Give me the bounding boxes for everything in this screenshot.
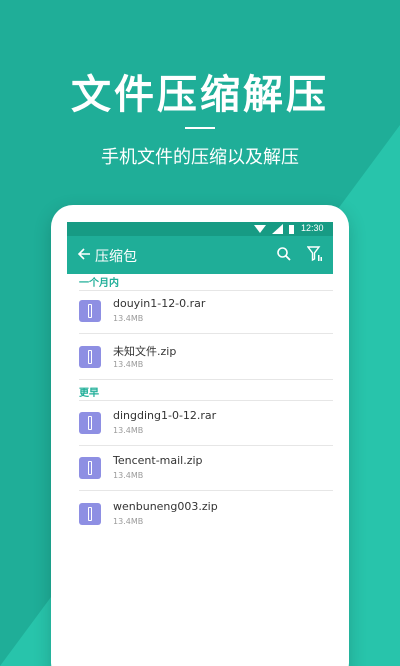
section-divider — [79, 400, 333, 401]
status-bar: 12:30 — [67, 222, 333, 236]
file-size: 13.4MB — [113, 314, 144, 323]
back-arrow-icon[interactable] — [77, 247, 91, 261]
archive-file-icon — [79, 457, 101, 479]
search-icon[interactable] — [276, 246, 292, 262]
row-divider — [79, 490, 333, 491]
toolbar-title: 压缩包 — [95, 249, 137, 265]
filter-icon[interactable] — [307, 245, 323, 263]
file-name: 未知文件.zip — [113, 345, 177, 358]
battery-icon — [289, 225, 294, 234]
archive-file-icon — [79, 412, 101, 434]
file-size: 13.4MB — [113, 360, 144, 369]
file-list-item[interactable]: wenbuneng003.zip 13.4MB — [67, 496, 333, 540]
file-list-item[interactable]: Tencent-mail.zip 13.4MB — [67, 450, 333, 494]
row-divider — [79, 333, 333, 334]
row-divider — [79, 445, 333, 446]
signal-icon — [272, 224, 283, 234]
archive-file-icon — [79, 503, 101, 525]
hero-subtitle: 手机文件的压缩以及解压 — [101, 147, 299, 168]
section-divider — [79, 290, 333, 291]
file-size: 13.4MB — [113, 426, 144, 435]
file-name: Tencent-mail.zip — [113, 454, 203, 467]
archive-file-icon — [79, 300, 101, 322]
file-list-item[interactable]: dingding1-0-12.rar 13.4MB — [67, 405, 333, 449]
toolbar: 压缩包 — [67, 236, 333, 274]
hero-title: 文件压缩解压 — [71, 71, 329, 118]
row-divider — [79, 379, 333, 380]
file-size: 13.4MB — [113, 517, 144, 526]
file-name: dingding1-0-12.rar — [113, 409, 217, 422]
file-name: douyin1-12-0.rar — [113, 297, 206, 310]
hero-divider — [185, 127, 215, 129]
phone-screen: 12:30 压缩包 一个月内 douyin1-12-0.rar 13.4MB 未… — [67, 222, 333, 666]
section-header-earlier: 更早 — [79, 388, 99, 399]
archive-file-icon — [79, 346, 101, 368]
status-time: 12:30 — [301, 223, 324, 233]
file-size: 13.4MB — [113, 471, 144, 480]
file-list-item[interactable]: 未知文件.zip 13.4MB — [67, 339, 333, 383]
file-name: wenbuneng003.zip — [113, 500, 218, 513]
wifi-icon — [254, 225, 266, 233]
section-header-recent: 一个月内 — [79, 278, 119, 289]
file-list-item[interactable]: douyin1-12-0.rar 13.4MB — [67, 293, 333, 337]
